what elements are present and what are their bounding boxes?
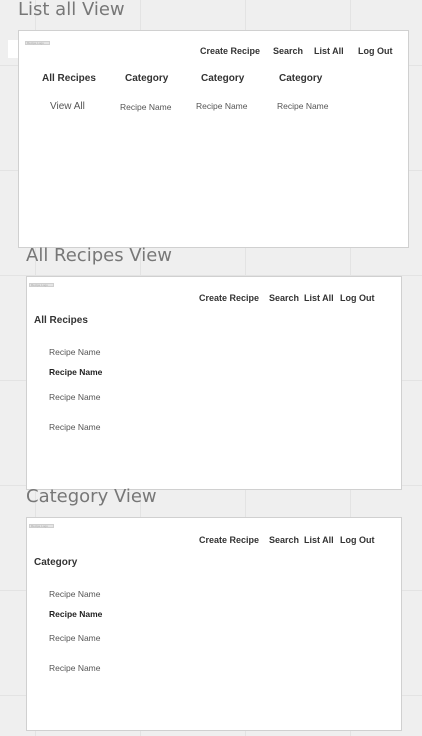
view-all-link[interactable]: View All — [50, 101, 85, 112]
recipe-name-link[interactable]: Recipe Name — [196, 101, 248, 111]
page-heading: All Recipes — [34, 315, 88, 326]
logo-text: Recipe Logo — [31, 283, 48, 287]
recipe-name-link[interactable]: Recipe Name — [49, 663, 101, 673]
recipe-name-link[interactable]: Recipe Name — [49, 589, 101, 599]
nav-search[interactable]: Search — [273, 46, 303, 56]
nav-create-recipe[interactable]: Create Recipe — [200, 46, 260, 56]
nav-create-recipe[interactable]: Create Recipe — [199, 293, 259, 303]
nav-create-recipe[interactable]: Create Recipe — [199, 535, 259, 545]
nav-log-out[interactable]: Log Out — [340, 535, 375, 545]
recipe-name-link[interactable]: Recipe Name — [49, 392, 101, 402]
column-category[interactable]: Category — [201, 73, 244, 84]
recipe-name-link[interactable]: Recipe Name — [49, 609, 102, 619]
section-title-list-all: List all View — [18, 0, 125, 20]
column-category[interactable]: Category — [279, 73, 322, 84]
recipe-name-link[interactable]: Recipe Name — [49, 347, 101, 357]
column-all-recipes[interactable]: All Recipes — [42, 73, 96, 84]
recipe-name-link[interactable]: Recipe Name — [120, 102, 172, 112]
nav-list-all[interactable]: List All — [304, 535, 334, 545]
list-all-frame: Recipe Logo Create Recipe Search List Al… — [18, 30, 409, 248]
section-title-all-recipes: All Recipes View — [26, 245, 173, 266]
nav-log-out[interactable]: Log Out — [358, 46, 393, 56]
nav-search[interactable]: Search — [269, 535, 299, 545]
recipe-name-link[interactable]: Recipe Name — [49, 367, 102, 377]
nav-log-out[interactable]: Log Out — [340, 293, 375, 303]
section-title-category: Category View — [26, 486, 157, 507]
all-recipes-frame: Recipe Logo Create Recipe Search List Al… — [26, 276, 402, 490]
page-heading: Category — [34, 557, 78, 568]
nav-list-all[interactable]: List All — [304, 293, 334, 303]
recipe-name-link[interactable]: Recipe Name — [49, 422, 101, 432]
recipe-name-link[interactable]: Recipe Name — [277, 101, 329, 111]
column-category[interactable]: Category — [125, 73, 168, 84]
category-frame: Recipe Logo Create Recipe Search List Al… — [26, 517, 402, 731]
logo-text: Recipe Logo — [27, 41, 44, 45]
recipe-name-link[interactable]: Recipe Name — [49, 633, 101, 643]
logo-text: Recipe Logo — [31, 524, 48, 528]
nav-search[interactable]: Search — [269, 293, 299, 303]
nav-list-all[interactable]: List All — [314, 46, 344, 56]
